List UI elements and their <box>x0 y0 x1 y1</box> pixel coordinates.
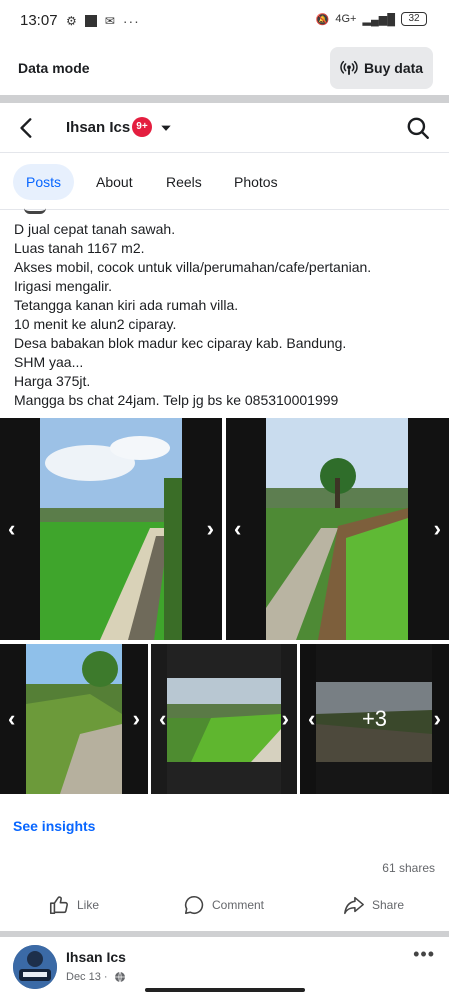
battery-icon: 32 <box>401 12 427 26</box>
chevron-left-icon[interactable]: ‹ <box>8 516 15 542</box>
photo-4-image <box>151 644 297 794</box>
photo-1-image <box>0 418 222 640</box>
share-icon <box>344 896 364 915</box>
shares-count[interactable]: 61 shares <box>382 861 435 875</box>
photo-1[interactable]: ‹ › <box>0 418 222 640</box>
post-line: 10 menit ke alun2 ciparay. <box>14 316 177 332</box>
photo-5[interactable]: +3 ‹ › <box>300 644 449 794</box>
network-label: 4G+ <box>335 13 357 25</box>
back-arrow-icon[interactable] <box>14 115 40 141</box>
post-line: Harga 375jt. <box>14 373 91 389</box>
post-line: Akses mobil, cocok untuk villa/perumahan… <box>14 259 372 275</box>
tab-photos[interactable]: Photos <box>221 164 291 200</box>
post-line: Desa babakan blok madur kec ciparay kab.… <box>14 335 347 351</box>
photo-4[interactable]: ‹ › <box>151 644 297 794</box>
chevron-left-icon[interactable]: ‹ <box>8 706 15 732</box>
profile-header: Ihsan Ics 9+ <box>0 103 449 153</box>
chevron-left-icon[interactable]: ‹ <box>159 706 166 732</box>
photo-3[interactable]: ‹ › <box>0 644 148 794</box>
chevron-right-icon[interactable]: › <box>133 706 140 732</box>
chevron-right-icon[interactable]: › <box>434 516 441 542</box>
chevron-right-icon[interactable]: › <box>282 706 289 732</box>
settings-icon: ⚙ <box>66 14 77 28</box>
post-text: D jual cepat tanah sawah. Luas tanah 116… <box>14 220 439 410</box>
broadcast-icon <box>340 60 358 75</box>
status-bar: 13:07 ⚙ ✉ ··· 🔕 4G+ ▂▄▆█ 32 <box>0 0 449 42</box>
next-post-date[interactable]: Dec 13 · <box>66 971 108 983</box>
more-photos-count: +3 <box>361 706 388 731</box>
divider <box>0 95 449 103</box>
like-button[interactable]: Like <box>48 894 99 916</box>
share-label: Share <box>372 898 405 912</box>
post-line: Mangga bs chat 24jam. Telp jg bs ke 0853… <box>14 392 339 408</box>
avatar-edge <box>24 208 46 214</box>
next-post-meta: Dec 13 · <box>66 971 126 983</box>
status-time: 13:07 <box>20 12 58 29</box>
post-line: Irigasi mengalir. <box>14 278 113 294</box>
post-line: Tetangga kanan kiri ada rumah villa. <box>14 297 239 313</box>
post-line: SHM yaa... <box>14 354 84 370</box>
post-separator <box>0 931 449 937</box>
like-label: Like <box>77 898 100 912</box>
signal-icon: ▂▄▆█ <box>362 13 395 26</box>
avatar[interactable] <box>13 945 57 989</box>
more-options-icon[interactable]: ••• <box>413 944 435 965</box>
comment-button[interactable]: Comment <box>183 894 264 916</box>
photo-2[interactable]: ‹ › <box>226 418 449 640</box>
next-post-author[interactable]: Ihsan Ics <box>66 949 126 965</box>
status-notification-icons: ⚙ ✉ ··· <box>66 13 140 29</box>
tab-posts[interactable]: Posts <box>13 164 75 200</box>
status-system-icons: 🔕 4G+ ▂▄▆█ 32 <box>316 12 427 26</box>
tab-reels[interactable]: Reels <box>153 164 215 200</box>
comment-label: Comment <box>212 898 265 912</box>
data-mode-label: Data mode <box>18 60 90 76</box>
app-icon <box>84 15 97 27</box>
mute-icon: 🔕 <box>315 13 330 26</box>
search-icon[interactable] <box>405 115 431 141</box>
post-line: Luas tanah 1167 m2. <box>14 240 145 256</box>
share-button[interactable]: Share <box>343 894 404 916</box>
chevron-left-icon[interactable]: ‹ <box>234 516 241 542</box>
profile-tabs: Posts About Reels Photos <box>0 154 449 210</box>
photo-grid: ‹ › ‹ › ‹ › ‹ › +3 ‹ › <box>0 418 449 794</box>
globe-icon <box>114 971 125 983</box>
photo-3-image <box>0 644 148 794</box>
post-line: D jual cepat tanah sawah. <box>14 221 176 237</box>
chevron-right-icon[interactable]: › <box>434 706 441 732</box>
thumbs-up-icon <box>49 896 68 915</box>
caret-down-icon[interactable] <box>159 121 173 135</box>
avatar-image <box>13 945 57 989</box>
more-photos-overlay[interactable]: +3 <box>300 644 449 794</box>
tab-about[interactable]: About <box>83 164 146 200</box>
overflow-dots: ··· <box>122 13 140 29</box>
buy-data-label: Buy data <box>363 60 424 76</box>
data-mode-bar: Data mode Buy data <box>0 42 449 94</box>
chat-icon: ✉ <box>104 14 115 28</box>
chevron-left-icon[interactable]: ‹ <box>308 706 315 732</box>
profile-name[interactable]: Ihsan Ics <box>66 119 130 136</box>
post-actions: Like Comment Share <box>0 884 449 930</box>
chevron-right-icon[interactable]: › <box>207 516 214 542</box>
comment-icon <box>184 895 204 915</box>
photo-2-image <box>226 418 449 640</box>
buy-data-button[interactable]: Buy data <box>330 47 433 89</box>
see-insights-link[interactable]: See insights <box>13 818 95 834</box>
home-indicator[interactable] <box>145 988 305 992</box>
notification-badge[interactable]: 9+ <box>132 117 152 137</box>
